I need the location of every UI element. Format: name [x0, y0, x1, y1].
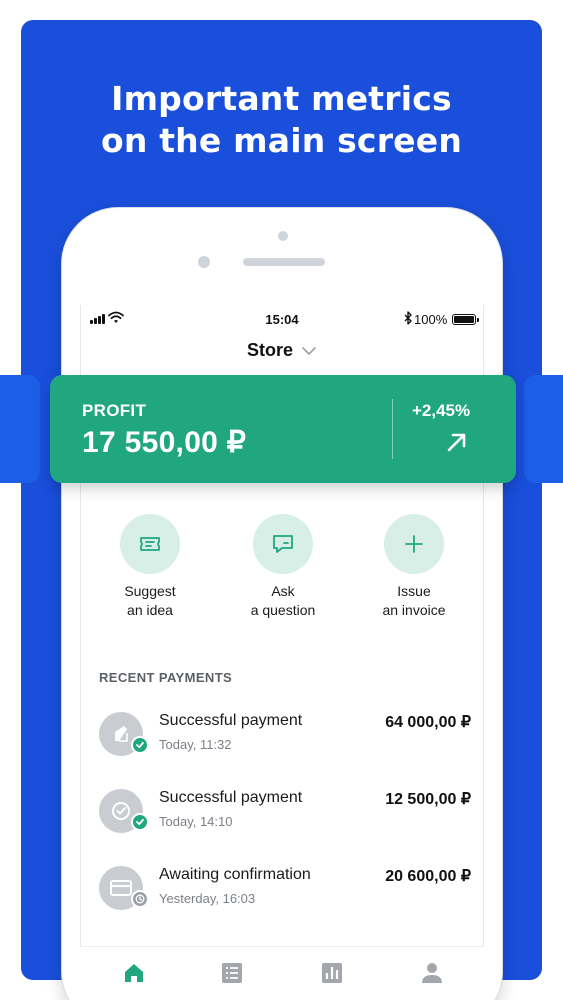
success-check-badge: [131, 736, 149, 754]
previous-card-peek[interactable]: [0, 375, 40, 483]
home-icon[interactable]: [122, 961, 146, 985]
action-label-line-1: Issue: [397, 583, 431, 599]
coin-check-icon: [112, 802, 130, 820]
list-icon[interactable]: [220, 961, 244, 985]
status-bar: 15:04 100%: [80, 310, 484, 330]
payment-amount: 12 500,00 ₽: [385, 791, 471, 808]
payment-row[interactable]: Successful payment Today, 11:32 64 000,0…: [99, 712, 471, 768]
promo-headline: Important metrics on the main screen: [21, 78, 542, 162]
profit-label: PROFIT: [82, 401, 147, 420]
store-label: Store: [246, 340, 293, 360]
headline-line-1: Important metrics: [111, 79, 452, 118]
action-label: Suggest an idea: [90, 582, 210, 620]
check-icon: [136, 741, 144, 749]
profit-divider: [392, 399, 393, 459]
action-label: Issue an invoice: [354, 582, 474, 620]
recent-payments-title: RECENT PAYMENTS: [99, 670, 233, 685]
next-card-peek[interactable]: [524, 375, 563, 483]
battery-percent: 100%: [414, 312, 448, 327]
bottom-tab-bar: [80, 946, 484, 1000]
card-icon: [110, 880, 132, 896]
arrow-up-right-icon: [447, 433, 466, 452]
payment-time: Yesterday, 16:03: [159, 891, 256, 906]
profile-icon[interactable]: [420, 961, 444, 985]
action-label-line-2: a question: [250, 602, 316, 618]
pending-clock-badge: [131, 890, 149, 908]
success-check-badge: [131, 813, 149, 831]
store-selector[interactable]: Store: [80, 340, 484, 364]
clock-icon: [135, 894, 145, 904]
bluetooth-icon: [404, 311, 412, 325]
payment-time: Today, 14:10: [159, 814, 233, 829]
action-label-line-1: Suggest: [124, 583, 176, 599]
plus-icon: [405, 535, 423, 553]
action-label-line-2: an idea: [127, 602, 173, 618]
receipt-icon: [115, 726, 128, 742]
issue-invoice-button[interactable]: Issue an invoice: [354, 514, 474, 620]
payment-row[interactable]: Successful payment Today, 14:10 12 500,0…: [99, 789, 471, 845]
profit-card[interactable]: PROFIT 17 550,00 ₽ +2,45%: [50, 375, 516, 483]
ticket-icon: [140, 537, 160, 551]
chevron-down-icon: [302, 347, 316, 356]
chat-icon: [273, 535, 293, 553]
front-camera: [278, 231, 288, 241]
chart-icon[interactable]: [320, 961, 344, 985]
action-icon-circle: [253, 514, 313, 574]
payment-amount: 20 600,00 ₽: [385, 868, 471, 885]
profit-change: +2,45%: [412, 401, 471, 420]
action-label-line-1: Ask: [271, 583, 295, 599]
action-icon-circle: [384, 514, 444, 574]
check-icon: [136, 818, 144, 826]
ask-question-button[interactable]: Ask a question: [223, 514, 343, 620]
payment-amount: 64 000,00 ₽: [385, 714, 471, 731]
battery-icon: [452, 314, 479, 325]
profit-value: 17 550,00 ₽: [82, 426, 247, 459]
proximity-sensor: [198, 256, 210, 268]
action-label: Ask a question: [223, 582, 343, 620]
earpiece-speaker: [243, 258, 325, 266]
payment-title: Awaiting confirmation: [159, 866, 311, 883]
suggest-idea-button[interactable]: Suggest an idea: [90, 514, 210, 620]
payment-row[interactable]: Awaiting confirmation Yesterday, 16:03 2…: [99, 866, 471, 922]
action-label-line-2: an invoice: [382, 602, 446, 618]
payment-title: Successful payment: [159, 712, 303, 729]
payment-title: Successful payment: [159, 789, 303, 806]
payment-time: Today, 11:32: [159, 737, 232, 752]
action-icon-circle: [120, 514, 180, 574]
headline-line-2: on the main screen: [100, 121, 463, 160]
